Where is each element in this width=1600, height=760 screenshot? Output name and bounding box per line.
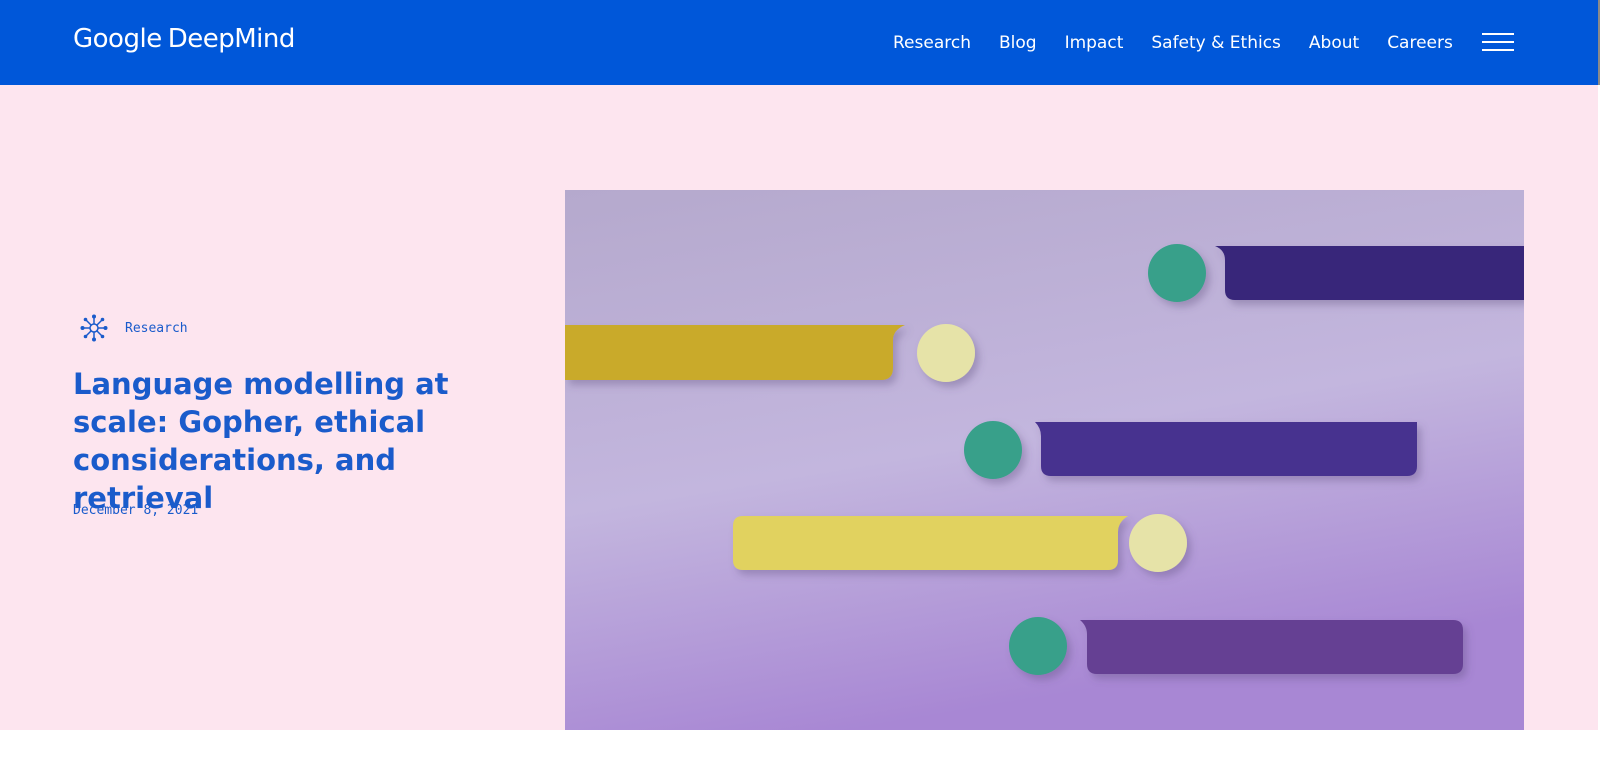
page-content-start: [0, 730, 1598, 760]
logo-deepmind-text: DeepMind: [167, 24, 296, 54]
article-hero: Research Language modelling at scale: Go…: [0, 85, 1598, 730]
hamburger-menu-button[interactable]: [1482, 31, 1514, 53]
hamburger-line: [1482, 33, 1514, 35]
category-tag[interactable]: Research: [79, 313, 188, 343]
article-title: Language modelling at scale: Gopher, eth…: [73, 367, 449, 515]
hero-illustration: [565, 190, 1524, 730]
nav-item-safety-ethics[interactable]: Safety & Ethics: [1151, 30, 1281, 56]
hamburger-line: [1482, 49, 1514, 51]
nav-item-careers[interactable]: Careers: [1387, 30, 1453, 56]
logo-google-text: Google: [73, 24, 162, 54]
nav-item-research[interactable]: Research: [893, 30, 971, 56]
nav-item-blog[interactable]: Blog: [999, 30, 1037, 56]
site-header: Google DeepMind Research Blog Impact Safe…: [0, 0, 1600, 85]
nav-item-impact[interactable]: Impact: [1065, 30, 1124, 56]
google-deepmind-logo[interactable]: Google DeepMind: [73, 24, 295, 54]
network-nodes-icon: [79, 313, 109, 343]
nav-item-about[interactable]: About: [1309, 30, 1359, 56]
hamburger-line: [1482, 41, 1514, 43]
main-navigation: Research Blog Impact Safety & Ethics Abo…: [893, 30, 1453, 56]
article-date: December 8, 2021: [73, 503, 199, 518]
category-label: Research: [125, 320, 188, 336]
